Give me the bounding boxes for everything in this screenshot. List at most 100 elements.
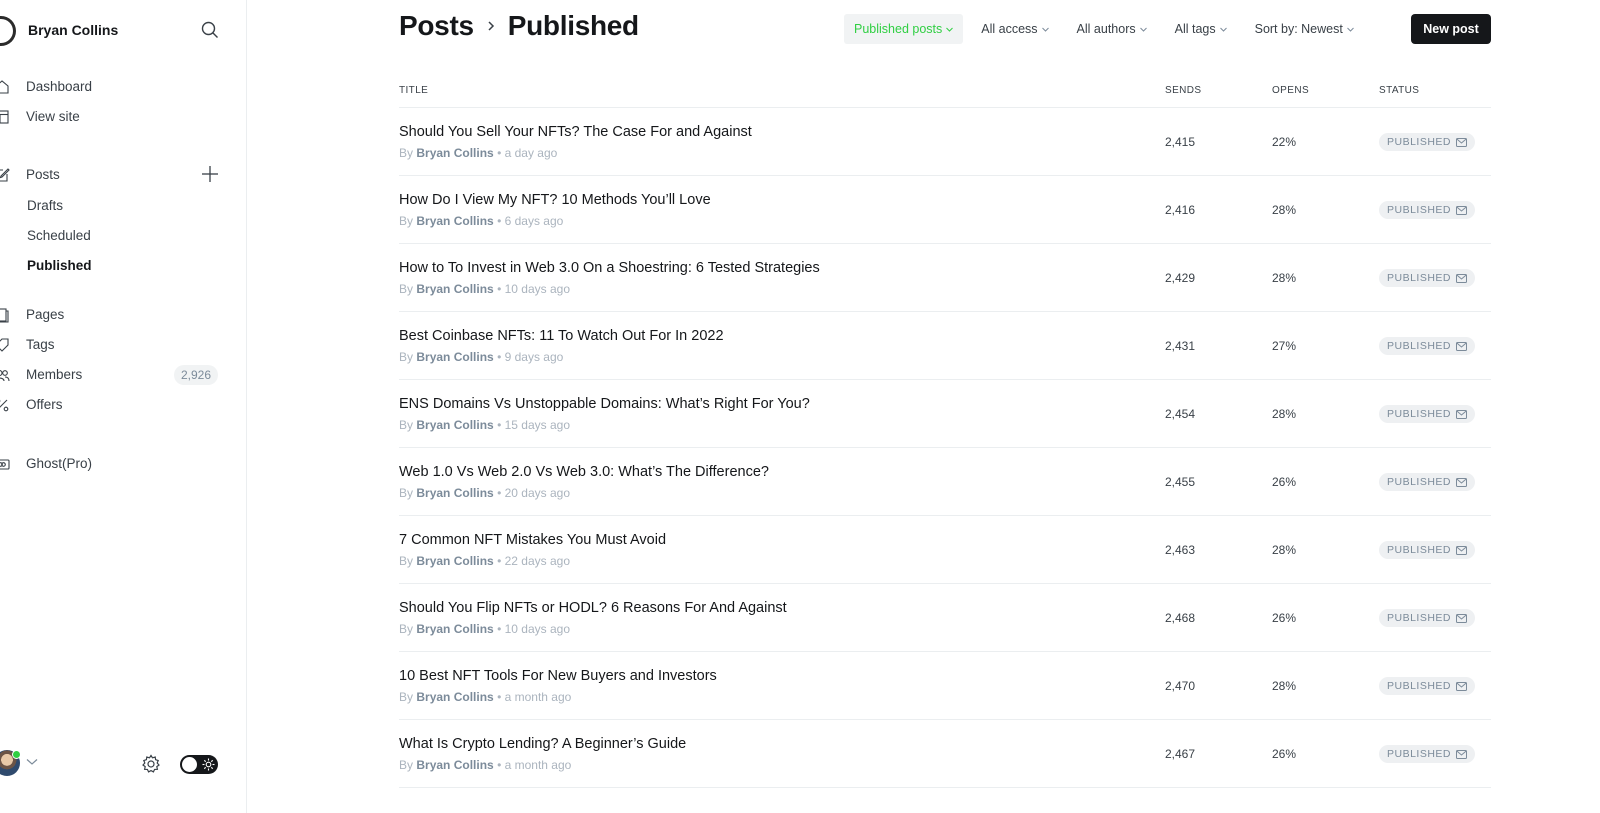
post-author: Bryan Collins [416,214,494,228]
search-button[interactable] [200,20,220,40]
chevron-down-icon[interactable] [26,758,38,766]
mail-icon [1456,273,1468,283]
post-title[interactable]: Should You Sell Your NFTs? The Case For … [399,124,752,140]
chevron-down-icon [946,27,954,32]
table-row[interactable]: How to To Invest in Web 3.0 On a Shoestr… [399,244,1491,312]
posts-table: TITLE SENDS OPENS STATUS Should You Sell… [399,80,1491,788]
post-title[interactable]: What Is Crypto Lending? A Beginner’s Gui… [399,736,686,752]
post-sends: 2,429 [1165,271,1196,285]
status-label: PUBLISHED [1387,136,1452,148]
sidebar-item-posts[interactable]: Posts [0,163,230,187]
post-meta: By Bryan Collins • 20 days ago [399,486,570,500]
post-opens: 28% [1272,203,1297,217]
gear-icon [142,754,160,773]
edit-icon [0,168,10,182]
sidebar-item-label: Offers [26,397,63,412]
sidebar-item-label: View site [26,109,80,124]
table-row[interactable]: Best Coinbase NFTs: 11 To Watch Out For … [399,312,1491,380]
sidebar-item-tags[interactable]: Tags [0,333,230,357]
table-row[interactable]: What Is Crypto Lending? A Beginner’s Gui… [399,720,1491,788]
sidebar-item-members[interactable]: Members 2,926 [0,363,230,387]
post-sends: 2,415 [1165,135,1196,149]
post-sends: 2,468 [1165,611,1196,625]
tag-icon [0,338,9,352]
by-label: By [399,554,414,568]
post-time: 10 days ago [504,622,570,636]
post-title[interactable]: 10 Best NFT Tools For New Buyers and Inv… [399,668,717,684]
table-row[interactable]: Web 1.0 Vs Web 2.0 Vs Web 3.0: What’s Th… [399,448,1491,516]
filter-type-dropdown[interactable]: Published posts [844,14,964,44]
filter-tags-dropdown[interactable]: All tags [1165,14,1237,44]
sidebar-item-label: Pages [26,307,65,322]
filter-authors-dropdown[interactable]: All authors [1067,14,1157,44]
status-badge: PUBLISHED [1379,405,1476,423]
sidebar-item-offers[interactable]: Offers [0,393,230,417]
sort-dropdown[interactable]: Sort by: Newest [1245,14,1364,44]
column-header-status: STATUS [1379,85,1420,96]
sidebar-item-published[interactable]: Published [0,254,230,278]
members-icon [0,369,10,382]
chevron-down-icon [1139,27,1147,32]
sidebar-item-view-site[interactable]: View site [0,105,230,129]
table-row[interactable]: 7 Common NFT Mistakes You Must Avoid By … [399,516,1491,584]
mail-icon [1456,681,1468,691]
breadcrumb-parent[interactable]: Posts [399,10,474,42]
sidebar-item-drafts[interactable]: Drafts [0,194,230,218]
post-author: Bryan Collins [416,146,494,160]
table-row[interactable]: Should You Sell Your NFTs? The Case For … [399,108,1491,176]
mail-icon [1456,545,1468,555]
post-sends: 2,467 [1165,747,1196,761]
sidebar-item-label: Dashboard [26,79,93,94]
sidebar-item-pages[interactable]: Pages [0,303,230,327]
sidebar-item-label: Ghost(Pro) [26,456,93,471]
by-label: By [399,758,414,772]
mail-icon [1456,613,1468,623]
status-badge: PUBLISHED [1379,269,1476,287]
post-opens: 27% [1272,339,1297,353]
add-post-button[interactable] [200,164,220,184]
settings-button[interactable] [141,754,161,774]
table-header: TITLE SENDS OPENS STATUS [399,80,1491,108]
table-row[interactable]: 10 Best NFT Tools For New Buyers and Inv… [399,652,1491,720]
filter-access-dropdown[interactable]: All access [971,14,1058,44]
post-author: Bryan Collins [416,758,494,772]
post-title[interactable]: Web 1.0 Vs Web 2.0 Vs Web 3.0: What’s Th… [399,464,769,480]
meta-separator: • [497,554,505,568]
table-row[interactable]: How Do I View My NFT? 10 Methods You’ll … [399,176,1491,244]
post-meta: By Bryan Collins • 22 days ago [399,554,570,568]
post-author: Bryan Collins [416,622,494,636]
sidebar-item-label: Tags [26,337,55,352]
sidebar-item-dashboard[interactable]: Dashboard [0,75,230,99]
filter-bar: Published posts All access All authors A… [844,14,1372,44]
post-meta: By Bryan Collins • a month ago [399,690,571,704]
post-sends: 2,463 [1165,543,1196,557]
by-label: By [399,214,414,228]
post-opens: 26% [1272,747,1297,761]
post-title[interactable]: 7 Common NFT Mistakes You Must Avoid [399,532,666,548]
sidebar-item-scheduled[interactable]: Scheduled [0,224,230,248]
status-label: PUBLISHED [1387,748,1452,760]
post-meta: By Bryan Collins • 10 days ago [399,622,570,636]
chevron-down-icon [1346,27,1354,32]
filter-label: Sort by: Newest [1254,22,1343,36]
sidebar: Bryan Collins Dashboard View site Posts … [0,0,247,813]
post-author: Bryan Collins [416,690,494,704]
new-post-button[interactable]: New post [1411,14,1491,44]
post-opens: 28% [1272,271,1297,285]
status-badge: PUBLISHED [1379,677,1476,695]
theme-toggle[interactable] [180,755,218,774]
post-sends: 2,454 [1165,407,1196,421]
layout-icon [0,110,9,124]
table-row[interactable]: ENS Domains Vs Unstoppable Domains: What… [399,380,1491,448]
post-title[interactable]: How Do I View My NFT? 10 Methods You’ll … [399,192,711,208]
brand[interactable]: Bryan Collins [0,14,247,46]
post-title[interactable]: Should You Flip NFTs or HODL? 6 Reasons … [399,600,787,616]
sidebar-item-ghost-pro[interactable]: Ghost(Pro) [0,452,230,476]
post-title[interactable]: Best Coinbase NFTs: 11 To Watch Out For … [399,328,724,344]
post-title[interactable]: ENS Domains Vs Unstoppable Domains: What… [399,396,810,412]
mail-icon [1456,749,1468,759]
credit-card-icon [0,459,10,470]
table-row[interactable]: Should You Flip NFTs or HODL? 6 Reasons … [399,584,1491,652]
post-title[interactable]: How to To Invest in Web 3.0 On a Shoestr… [399,260,820,276]
meta-separator: • [497,418,505,432]
